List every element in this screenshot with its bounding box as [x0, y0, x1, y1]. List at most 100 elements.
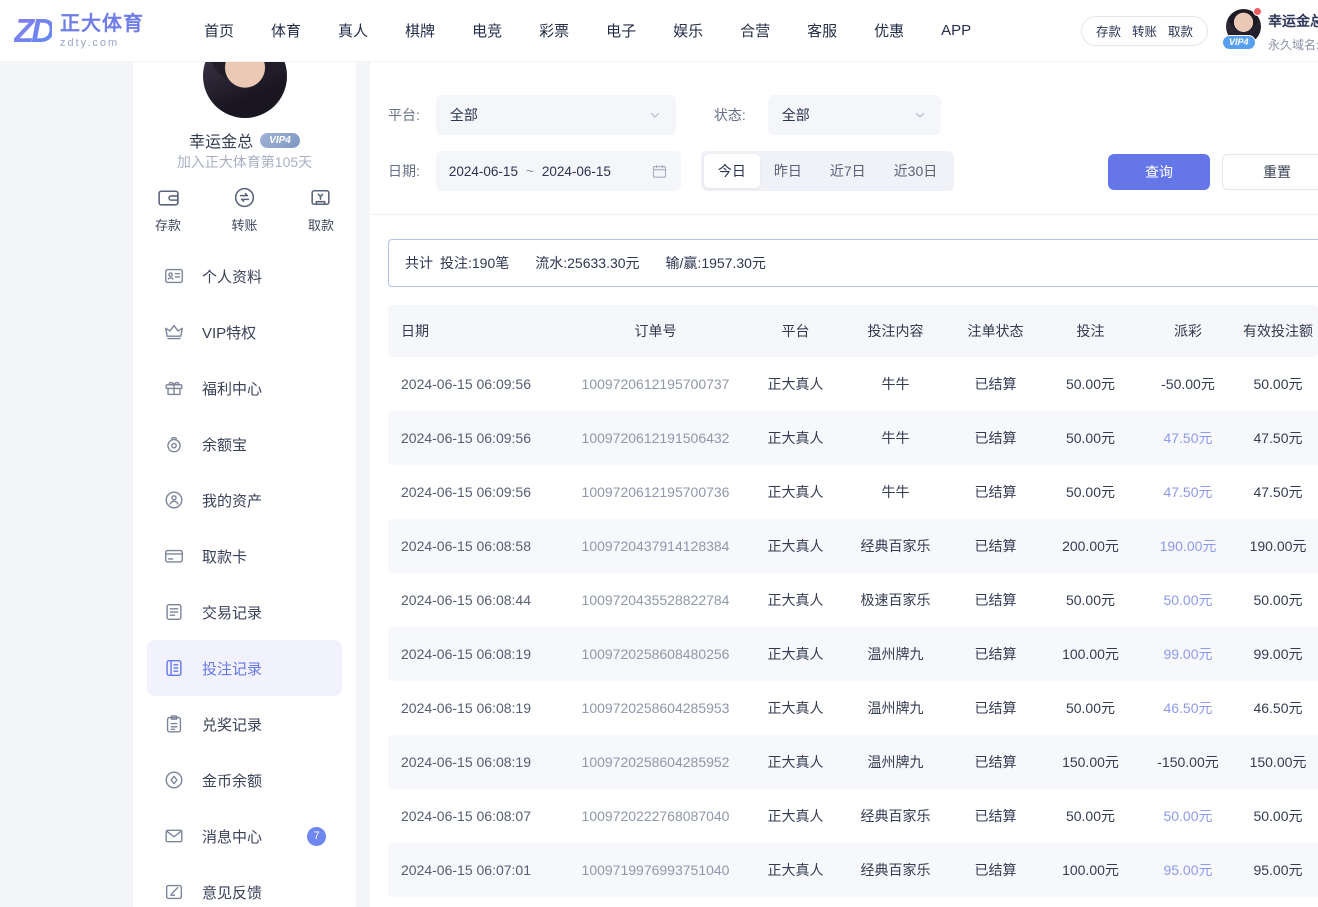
column-header: 有效投注额 — [1238, 321, 1318, 341]
date-to-value: 2024-06-15 — [542, 164, 611, 179]
table-row: 2024-06-15 06:07:011009719976993751040正大… — [388, 843, 1318, 897]
order-cell: 1009720435528822784 — [563, 592, 748, 608]
notification-dot-icon — [1253, 7, 1262, 16]
payout-cell: 95.00元 — [1138, 860, 1238, 880]
order-cell: 1009720612191506432 — [563, 430, 748, 446]
sidebar-item-label: 个人资料 — [202, 266, 262, 287]
message-count-badge: 7 — [307, 827, 326, 846]
content-cell: 温州牌九 — [843, 752, 948, 772]
search-button[interactable]: 查询 — [1108, 154, 1210, 190]
nav-user-text: 幸运金总 永久域名: — [1268, 9, 1318, 53]
sidebar-item-意见反馈[interactable]: 意见反馈 — [147, 864, 342, 907]
sidebar-item-label: 金币余额 — [202, 770, 262, 791]
platform-select[interactable]: 全部 — [436, 95, 676, 135]
redeem-record-icon — [163, 713, 185, 735]
sidebar-item-金币余额[interactable]: 金币余额 — [147, 752, 342, 808]
nav-item-APP[interactable]: APP — [941, 22, 971, 39]
nav-item-优惠[interactable]: 优惠 — [874, 20, 904, 41]
order-cell: 1009720258604285952 — [563, 754, 748, 770]
platform-cell: 正大真人 — [748, 482, 843, 502]
date-label: 日期: — [388, 161, 420, 181]
brand-logo[interactable]: ZD 正大体育 zdty.com — [14, 13, 144, 49]
brand-domain: zdty.com — [60, 37, 144, 49]
sidebar-item-福利中心[interactable]: 福利中心 — [147, 360, 342, 416]
table-header: 日期订单号平台投注内容注单状态投注派彩有效投注额 — [388, 305, 1318, 357]
bet-cell: 100.00元 — [1043, 860, 1138, 880]
piggy-bank-icon — [163, 433, 185, 455]
sidebar-item-兑奖记录[interactable]: 兑奖记录 — [147, 696, 342, 752]
nav-item-彩票[interactable]: 彩票 — [539, 20, 569, 41]
nav-item-棋牌[interactable]: 棋牌 — [405, 20, 435, 41]
valid-cell: 50.00元 — [1238, 806, 1318, 826]
quick-action-转账[interactable]: 转账 — [231, 185, 257, 234]
quick-action-取款[interactable]: 取款 — [308, 185, 334, 234]
user-name: 幸运金总 — [1268, 11, 1318, 31]
sidebar-item-投注记录[interactable]: 投注记录 — [147, 640, 342, 696]
status-select[interactable]: 全部 — [768, 95, 941, 135]
nav-item-电子[interactable]: 电子 — [606, 20, 636, 41]
valid-cell: 47.50元 — [1238, 428, 1318, 448]
date-cell: 2024-06-15 06:08:19 — [388, 754, 563, 770]
sidebar-item-VIP特权[interactable]: VIP特权 — [147, 304, 342, 360]
nav-item-客服[interactable]: 客服 — [807, 20, 837, 41]
range-button-近7日[interactable]: 近7日 — [816, 154, 880, 188]
nav-item-首页[interactable]: 首页 — [204, 20, 234, 41]
nav-user[interactable]: VIP4 幸运金总 永久域名: — [1226, 9, 1318, 53]
nav-item-合营[interactable]: 合营 — [740, 20, 770, 41]
feedback-icon — [163, 881, 185, 903]
nav-item-真人[interactable]: 真人 — [338, 20, 368, 41]
column-header: 订单号 — [563, 321, 748, 341]
filter-row-date: 日期: 2024-06-15 ~ 2024-06-15 今日昨日近7日近30日 — [388, 151, 954, 191]
wallet-pill-存款[interactable]: 存款 — [1096, 21, 1121, 40]
status-cell: 已结算 — [948, 374, 1043, 394]
nav-item-体育[interactable]: 体育 — [271, 20, 301, 41]
table-row: 2024-06-15 06:08:581009720437914128384正大… — [388, 519, 1318, 573]
range-button-昨日[interactable]: 昨日 — [760, 154, 816, 188]
quick-action-label: 转账 — [231, 215, 257, 234]
reset-button[interactable]: 重置 — [1222, 154, 1318, 190]
table-row: 2024-06-15 06:08:071009720222768087040正大… — [388, 789, 1318, 843]
quick-action-存款[interactable]: 存款 — [155, 185, 181, 234]
sidebar-item-label: 消息中心 — [202, 826, 262, 847]
sidebar-item-交易记录[interactable]: 交易记录 — [147, 584, 342, 640]
nav-item-娱乐[interactable]: 娱乐 — [673, 20, 703, 41]
valid-cell: 47.50元 — [1238, 482, 1318, 502]
deposit-wallet-icon — [156, 185, 181, 210]
sidebar-item-label: 余额宝 — [202, 434, 247, 455]
payout-cell: 50.00元 — [1138, 590, 1238, 610]
payout-cell: -50.00元 — [1138, 374, 1238, 394]
wallet-pill-取款[interactable]: 取款 — [1168, 21, 1193, 40]
payout-cell: 190.00元 — [1138, 536, 1238, 556]
wallet-pill-转账[interactable]: 转账 — [1132, 21, 1157, 40]
platform-cell: 正大真人 — [748, 860, 843, 880]
user-avatar[interactable]: VIP4 — [1226, 9, 1261, 44]
sidebar-menu: 个人资料 VIP特权福利中心余额宝我的资产取款卡交易记录投注记录兑奖记录金币余额消… — [133, 248, 356, 907]
content-cell: 牛牛 — [843, 482, 948, 502]
summary-bar: 共计 投注:190笔 流水:25633.30元 输/赢:1957.30元 — [388, 239, 1318, 287]
order-cell: 1009720222768087040 — [563, 808, 748, 824]
content-cell: 牛牛 — [843, 428, 948, 448]
bet-cell: 50.00元 — [1043, 428, 1138, 448]
sidebar-item-个人资料[interactable]: 个人资料 — [147, 248, 342, 304]
status-cell: 已结算 — [948, 806, 1043, 826]
status-cell: 已结算 — [948, 860, 1043, 880]
sidebar-item-消息中心[interactable]: 消息中心 7 — [147, 808, 342, 864]
range-button-近30日[interactable]: 近30日 — [880, 154, 952, 188]
sidebar-item-取款卡[interactable]: 取款卡 — [147, 528, 342, 584]
sidebar-item-余额宝[interactable]: 余额宝 — [147, 416, 342, 472]
date-range-input[interactable]: 2024-06-15 ~ 2024-06-15 — [436, 151, 681, 191]
date-cell: 2024-06-15 06:08:07 — [388, 808, 563, 824]
range-button-今日[interactable]: 今日 — [704, 154, 760, 188]
date-from-value: 2024-06-15 — [449, 164, 518, 179]
column-header: 平台 — [748, 321, 843, 341]
sidebar-item-我的资产[interactable]: 我的资产 — [147, 472, 342, 528]
payout-cell: 50.00元 — [1138, 806, 1238, 826]
sidebar-item-label: 取款卡 — [202, 546, 247, 567]
status-label: 状态: — [714, 105, 746, 125]
date-cell: 2024-06-15 06:08:58 — [388, 538, 563, 554]
left-gutter — [0, 62, 133, 907]
payout-cell: 46.50元 — [1138, 698, 1238, 718]
sidebar-item-label: 交易记录 — [202, 602, 262, 623]
filter-row-platform: 平台: 全部 状态: 全部 — [388, 95, 941, 135]
nav-item-电竞[interactable]: 电竞 — [472, 20, 502, 41]
